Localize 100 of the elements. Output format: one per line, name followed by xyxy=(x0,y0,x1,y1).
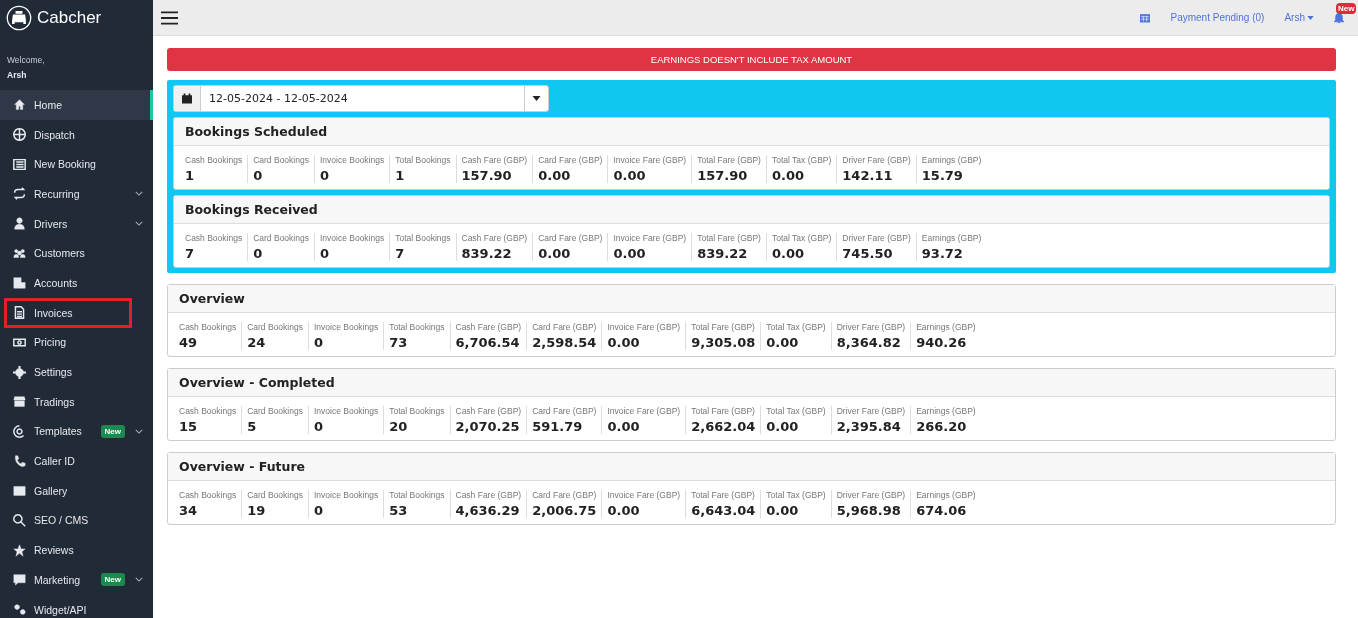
stat-value: 142.11 xyxy=(842,168,894,183)
stat-value: 19 xyxy=(247,503,267,518)
stat-value: 0.00 xyxy=(607,503,641,518)
users-icon xyxy=(13,246,26,260)
stat-value: 0 xyxy=(313,419,324,434)
stat-label: Total Fare (GBP) xyxy=(691,322,756,332)
stat-label: Card Bookings xyxy=(247,406,303,416)
stat-label: Cash Bookings xyxy=(185,233,243,243)
stat-value: 53 xyxy=(389,503,409,518)
stat-label: Card Bookings xyxy=(253,155,309,165)
nav-item[interactable]: Accounts xyxy=(0,268,153,298)
stat-value: 2,662.04 xyxy=(691,419,756,434)
nav-item[interactable]: Pricing xyxy=(0,327,153,358)
stat-label: Invoice Fare (GBP) xyxy=(613,233,687,243)
stat-value: 157.90 xyxy=(461,168,513,183)
nav-item[interactable]: Caller ID xyxy=(0,446,153,476)
card-title: Bookings Scheduled xyxy=(185,124,328,139)
stat-value: 0 xyxy=(319,168,330,183)
stat-value: 8,364.82 xyxy=(836,335,902,350)
chat-icon xyxy=(13,573,26,587)
stat-value: 2,598.54 xyxy=(532,335,597,350)
nav-item[interactable]: Recurring xyxy=(0,179,153,209)
nav-item[interactable]: Settings xyxy=(0,357,153,387)
nav-item[interactable]: Invoices xyxy=(7,300,129,325)
new-badge: New xyxy=(100,424,125,438)
stat-label: Total Bookings xyxy=(395,155,451,165)
list-icon xyxy=(13,157,26,171)
stat-value: 674.06 xyxy=(916,503,968,518)
stat-label: Driver Fare (GBP) xyxy=(836,322,906,332)
nav-item[interactable]: New Booking xyxy=(0,149,153,180)
stat-label: Card Fare (GBP) xyxy=(532,322,597,332)
stat-label: Cash Fare (GBP) xyxy=(461,155,528,165)
user-menu[interactable]: Arsh xyxy=(1284,12,1314,23)
stat-value: 0.00 xyxy=(766,335,800,350)
stat-value: 6,706.54 xyxy=(455,335,521,350)
stat-label: Invoice Bookings xyxy=(313,322,379,332)
date-range-picker[interactable]: 12-05-2024 - 12-05-2024 xyxy=(173,85,549,112)
bell-icon[interactable] xyxy=(1334,11,1344,24)
phone-icon xyxy=(13,454,26,468)
nav-item[interactable]: Widget/API xyxy=(0,594,153,618)
nav-item[interactable]: Tradings xyxy=(0,386,153,417)
nav-item[interactable]: Customers xyxy=(0,238,153,269)
stat-value: 9,305.08 xyxy=(691,335,756,350)
stat-label: Invoice Bookings xyxy=(319,155,385,165)
nav-item[interactable]: Marketing New xyxy=(0,565,153,595)
stat-label: Earnings (GBP) xyxy=(916,322,976,332)
stat-label: Cash Bookings xyxy=(179,490,237,500)
stat-label: Cash Bookings xyxy=(185,155,243,165)
stat-label: Total Tax (GBP) xyxy=(771,155,832,165)
stat-value: 0 xyxy=(253,168,264,183)
nav-item[interactable]: Reviews xyxy=(0,535,153,565)
stat-value: 839.22 xyxy=(697,246,749,261)
stat-value: 591.79 xyxy=(532,419,584,434)
stat-label: Total Tax (GBP) xyxy=(766,490,826,500)
stat-value: 0 xyxy=(313,335,324,350)
stat-label: Card Bookings xyxy=(253,233,309,243)
stat-label: Invoice Fare (GBP) xyxy=(607,406,681,416)
star-icon xyxy=(13,543,26,557)
stat-label: Total Tax (GBP) xyxy=(766,406,826,416)
stat-value: 0.00 xyxy=(607,419,641,434)
repeat-icon xyxy=(13,187,26,201)
stat-value: 0 xyxy=(319,246,330,261)
nav-item[interactable]: Dispatch xyxy=(0,119,153,150)
card-title: Overview - Future xyxy=(179,459,306,474)
stat-label: Earnings (GBP) xyxy=(921,155,982,165)
stat-value: 0.00 xyxy=(766,503,800,518)
calendar-icon[interactable] xyxy=(1140,12,1151,23)
nav-item[interactable]: Home xyxy=(0,90,153,120)
stat-label: Total Fare (GBP) xyxy=(691,406,756,416)
stat-label: Total Tax (GBP) xyxy=(766,322,826,332)
stat-label: Cash Fare (GBP) xyxy=(455,406,522,416)
stat-label: Cash Bookings xyxy=(179,322,237,332)
card-title: Overview xyxy=(179,291,245,306)
stat-value: 839.22 xyxy=(461,246,513,261)
stat-label: Driver Fare (GBP) xyxy=(836,406,906,416)
stat-value: 0.00 xyxy=(613,168,647,183)
stat-value: 73 xyxy=(389,335,409,350)
stat-label: Invoice Bookings xyxy=(319,233,385,243)
stat-value: 0.00 xyxy=(538,246,572,261)
menu-icon[interactable] xyxy=(161,10,178,25)
nav-item[interactable]: Drivers xyxy=(0,208,153,239)
nav-item[interactable]: SEO / CMS xyxy=(0,505,153,536)
stat-label: Card Fare (GBP) xyxy=(532,406,597,416)
caret-down-icon xyxy=(1307,15,1314,20)
stat-label: Total Fare (GBP) xyxy=(697,155,761,165)
stat-value: 5 xyxy=(247,419,258,434)
stat-label: Total Fare (GBP) xyxy=(691,490,756,500)
stat-value: 745.50 xyxy=(842,246,894,261)
stat-label: Card Fare (GBP) xyxy=(538,155,603,165)
new-badge: New xyxy=(100,573,125,587)
nav-item[interactable]: Gallery xyxy=(0,475,153,506)
stat-label: Earnings (GBP) xyxy=(916,490,976,500)
nav-item[interactable]: Templates New xyxy=(0,416,153,447)
payment-pending-link[interactable]: Payment Pending (0) xyxy=(1170,12,1265,23)
welcome-text: Welcome, xyxy=(6,54,46,65)
stat-label: Total Bookings xyxy=(389,322,445,332)
stat-label: Earnings (GBP) xyxy=(921,233,982,243)
stat-label: Card Fare (GBP) xyxy=(538,233,603,243)
stat-value: 6,643.04 xyxy=(691,503,756,518)
stat-value: 266.20 xyxy=(916,419,968,434)
